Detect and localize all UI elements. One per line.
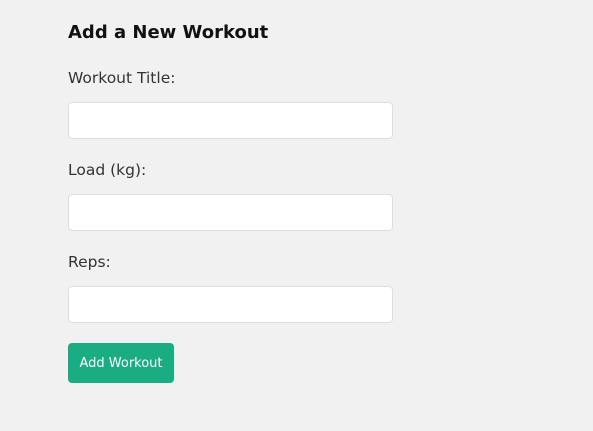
- workout-title-input[interactable]: [68, 102, 393, 139]
- reps-label: Reps:: [68, 253, 111, 271]
- load-input[interactable]: [68, 194, 393, 231]
- add-workout-button[interactable]: Add Workout: [68, 343, 174, 383]
- form-heading: Add a New Workout: [68, 22, 269, 43]
- reps-input[interactable]: [68, 286, 393, 323]
- load-label: Load (kg):: [68, 161, 147, 179]
- workout-title-label: Workout Title:: [68, 69, 176, 87]
